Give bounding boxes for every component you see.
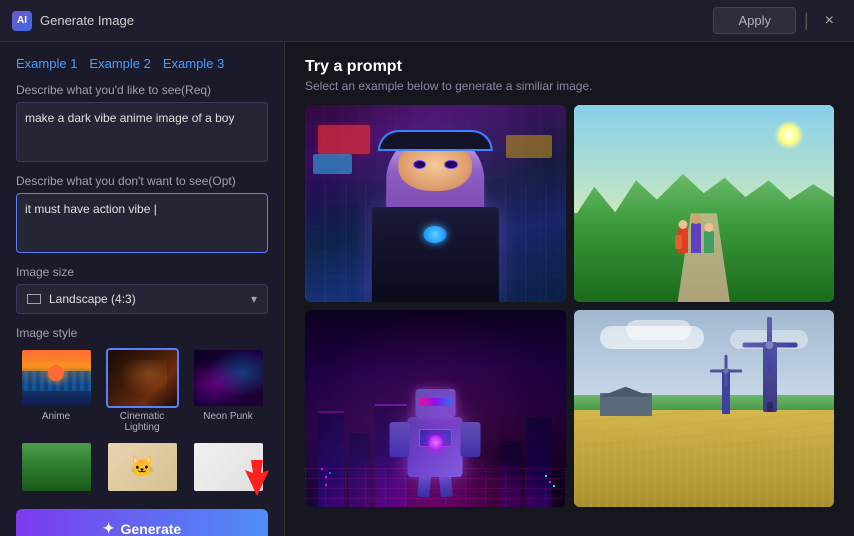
style-thumb-anime [20, 348, 93, 408]
prompt-subtitle: Select an example below to generate a si… [305, 79, 834, 93]
kid-2 [691, 223, 701, 253]
divider: | [804, 10, 809, 31]
left-eye [413, 160, 426, 169]
headphones [378, 130, 493, 151]
neon-overlay [305, 310, 566, 507]
example-tab-1[interactable]: Example 1 [16, 56, 77, 71]
negative-prompt-input[interactable] [16, 193, 268, 253]
robot-city-visual [305, 310, 566, 507]
style-thumb-nature [20, 441, 93, 493]
right-panel: Try a prompt Select an example below to … [285, 42, 854, 536]
image-style-section: Image style Anime Cinematic Lighting [16, 326, 268, 493]
example-tab-3[interactable]: Example 3 [163, 56, 224, 71]
generate-button[interactable]: ✦ Generate [16, 509, 268, 536]
image-cell-windmill[interactable] [574, 310, 835, 507]
style-item-cats[interactable] [102, 441, 182, 493]
landscape-preview-icon [27, 294, 41, 304]
sidebar: Example 1 Example 2 Example 3 Describe w… [0, 42, 285, 536]
style-item-sketch[interactable] [188, 441, 268, 493]
anime-girl-visual [305, 105, 566, 302]
image-cell-forest-kids[interactable] [574, 105, 835, 302]
main-content: Example 1 Example 2 Example 3 Describe w… [0, 42, 854, 536]
sun [774, 120, 804, 150]
image-grid [305, 105, 834, 507]
anime-thumb-visual [22, 350, 91, 406]
neon-sign-2 [313, 154, 352, 174]
apply-button[interactable]: Apply [713, 7, 796, 34]
kid-3 [704, 231, 714, 253]
style-item-nature[interactable] [16, 441, 96, 493]
windmill-visual [574, 310, 835, 507]
style-grid-row2 [16, 441, 268, 493]
character-container [351, 129, 520, 302]
neonpunk-thumb-visual [194, 350, 263, 406]
style-thumb-cinematic [106, 348, 179, 408]
prompt-header: Try a prompt Select an example below to … [305, 58, 834, 93]
titlebar-right: Apply | × [713, 7, 842, 34]
style-item-anime[interactable]: Anime [16, 348, 96, 433]
size-option-label: Landscape (4:3) [49, 292, 136, 306]
wheat-field [574, 409, 835, 508]
forest-kids-visual [574, 105, 835, 302]
nature-thumb-visual [22, 443, 91, 491]
cats-thumb-visual [108, 443, 177, 491]
arrow-indicator [241, 458, 273, 503]
style-item-cinematic[interactable]: Cinematic Lighting [102, 348, 182, 433]
negative-prompt-section: Describe what you don't want to see(Opt) [16, 174, 268, 253]
generate-label: Generate [121, 521, 182, 536]
style-label-cinematic: Cinematic Lighting [120, 411, 164, 433]
character-body [372, 207, 499, 302]
image-size-select[interactable]: Landscape (4:3) [16, 284, 268, 314]
positive-prompt-label: Describe what you'd like to see(Req) [16, 83, 268, 97]
image-style-label: Image style [16, 326, 268, 340]
titlebar-left: AI Generate Image [12, 11, 134, 31]
style-label-anime: Anime [42, 411, 70, 422]
style-thumb-neonpunk [192, 348, 265, 408]
style-item-neonpunk[interactable]: Neon Punk [188, 348, 268, 433]
right-eye [444, 160, 457, 169]
image-size-label: Image size [16, 265, 268, 279]
prompt-title: Try a prompt [305, 58, 834, 76]
small-windmill [722, 369, 730, 414]
titlebar: AI Generate Image Apply | × [0, 0, 854, 42]
example-tab-2[interactable]: Example 2 [89, 56, 150, 71]
main-windmill [763, 342, 777, 412]
positive-prompt-input[interactable] [16, 102, 268, 162]
sparkle-icon: ✦ [103, 520, 115, 536]
farm-building [600, 393, 652, 417]
chest-orb [424, 226, 447, 243]
image-cell-anime-girl[interactable] [305, 105, 566, 302]
negative-prompt-label: Describe what you don't want to see(Opt) [16, 174, 268, 188]
style-thumb-cats [106, 441, 179, 493]
neon-sign-1 [318, 125, 370, 155]
kids-group [678, 223, 714, 253]
style-grid-row1: Anime Cinematic Lighting Neon Punk [16, 348, 268, 433]
ai-icon: AI [12, 11, 32, 31]
close-button[interactable]: × [817, 8, 842, 34]
positive-prompt-section: Describe what you'd like to see(Req) [16, 83, 268, 162]
cloud-2 [626, 320, 691, 340]
style-label-neonpunk: Neon Punk [203, 411, 252, 422]
cinematic-thumb-visual [108, 350, 177, 406]
backpack-1 [675, 235, 682, 249]
image-size-section: Image size Landscape (4:3) [16, 265, 268, 314]
neon-sign-3 [506, 135, 553, 159]
image-cell-robot-city[interactable] [305, 310, 566, 507]
titlebar-title: Generate Image [40, 13, 134, 28]
examples-row: Example 1 Example 2 Example 3 [16, 56, 268, 71]
